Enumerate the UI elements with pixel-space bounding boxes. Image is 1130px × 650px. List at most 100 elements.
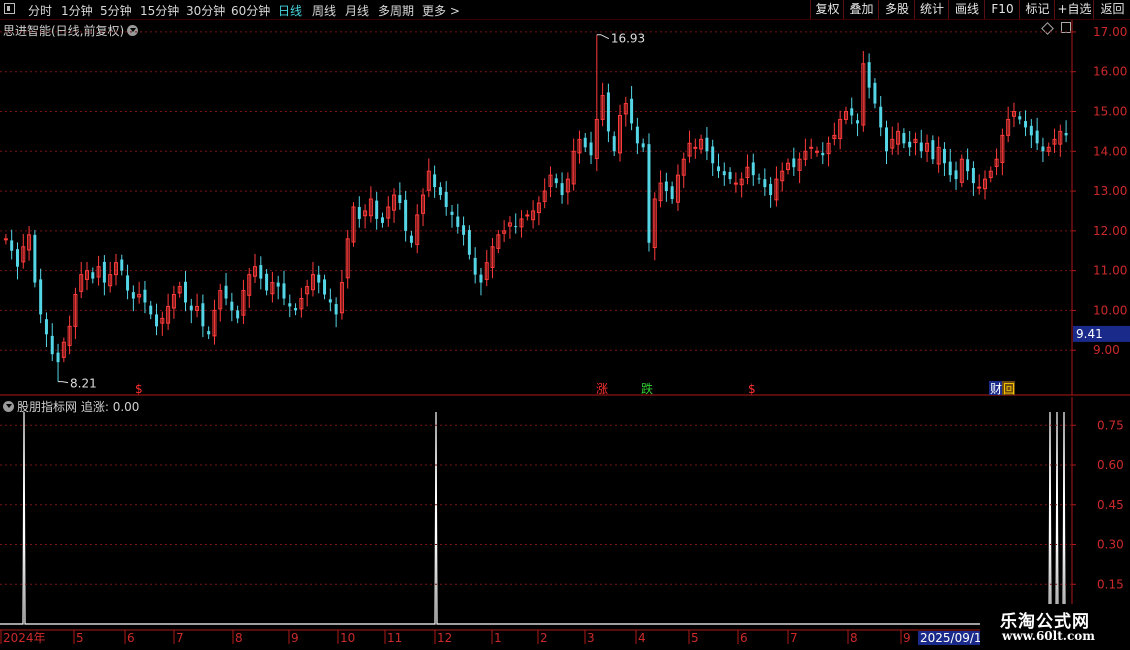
- date-label: 7: [176, 631, 184, 645]
- stock-chart[interactable]: 16.93 8.21 17.00 16.00 15.00 14.00 13.00 12.00…: [0, 0, 1130, 650]
- price-label: 9.00: [1093, 343, 1120, 357]
- candle-body: [867, 62, 871, 88]
- candle-body: [479, 274, 483, 283]
- candle-body: [462, 225, 466, 235]
- candle-body: [647, 144, 651, 243]
- candle-body: [583, 137, 587, 148]
- indicator-label: 0.60: [1097, 458, 1124, 472]
- candle-body: [919, 142, 923, 152]
- price-label: 15.00: [1093, 105, 1127, 119]
- event-marker: $: [748, 382, 756, 396]
- candle-body: [1024, 121, 1028, 128]
- price-label: 13.00: [1093, 184, 1127, 198]
- candle-body: [1035, 130, 1039, 144]
- candle-body: [126, 275, 130, 291]
- current-date-label: 2025/09/10: [920, 631, 989, 645]
- candle-body: [942, 148, 946, 164]
- date-label: 11: [387, 631, 402, 645]
- candle-body: [15, 249, 19, 267]
- candle-body: [716, 166, 720, 172]
- candle-body: [1029, 125, 1033, 136]
- candle-body: [102, 261, 106, 283]
- event-marker: 财: [990, 382, 1002, 396]
- candle-body: [398, 195, 402, 204]
- candle-body: [769, 183, 773, 196]
- watermark-url: www.60lt.com: [1002, 629, 1095, 643]
- candle-body: [525, 214, 530, 217]
- indicator-label: 0.75: [1097, 418, 1124, 432]
- candle-body: [323, 279, 327, 295]
- candle-body: [1018, 116, 1022, 120]
- candle-body: [635, 126, 639, 144]
- candle-body: [966, 159, 970, 172]
- candle-body: [879, 106, 883, 128]
- candle-body: [294, 308, 298, 311]
- candle-body: [850, 108, 854, 116]
- candle-body: [554, 178, 558, 184]
- candle-body: [705, 137, 709, 152]
- event-marker: 跌: [641, 381, 653, 396]
- date-label: 8: [235, 631, 243, 645]
- candle-body: [514, 226, 518, 228]
- candle-body: [433, 174, 437, 188]
- high-label: 16.93: [611, 32, 645, 46]
- candle-body: [10, 240, 14, 251]
- event-marker: 回: [1003, 382, 1015, 396]
- candle-body: [977, 186, 982, 189]
- indicator-series: [0, 411, 1072, 625]
- date-label: 9: [291, 631, 299, 645]
- price-label: 11.00: [1093, 264, 1127, 278]
- date-label: 7: [790, 631, 798, 645]
- price-label: 12.00: [1093, 224, 1127, 238]
- candle-body: [751, 162, 755, 176]
- candle-body: [56, 352, 60, 363]
- candle-body: [954, 170, 958, 180]
- date-label: 2024年: [3, 631, 46, 645]
- date-axis: 2024年 5 6 7 8 9 10 11 12 1 2 3 4 5 6 7 8 9 2025/09/10: [0, 629, 989, 645]
- candle-body: [722, 171, 726, 176]
- candle-body: [873, 82, 877, 104]
- candlestick-series: 16.93 8.21: [3, 32, 1068, 391]
- candle-body: [91, 272, 95, 279]
- candle-body: [404, 199, 408, 231]
- candle-body: [131, 292, 135, 299]
- date-label: 4: [638, 631, 646, 645]
- date-label: 6: [127, 631, 135, 645]
- date-label: 10: [340, 631, 355, 645]
- current-price-label: 9.41: [1076, 327, 1103, 341]
- candle-body: [33, 234, 37, 283]
- candle-body: [814, 150, 819, 153]
- candle-body: [259, 265, 263, 279]
- price-label: 10.00: [1093, 303, 1127, 317]
- candle-body: [328, 299, 332, 303]
- candle-body: [236, 310, 240, 319]
- candle-body: [409, 235, 413, 243]
- candle-body: [809, 146, 814, 149]
- candle-body: [276, 282, 280, 287]
- candle-body: [473, 257, 477, 275]
- price-label: 17.00: [1093, 25, 1127, 39]
- candle-body: [265, 273, 269, 291]
- candle-body: [821, 152, 825, 156]
- candle-body: [317, 274, 321, 283]
- low-pointer: [58, 381, 69, 384]
- candle-body: [664, 181, 668, 192]
- candle-body: [450, 211, 454, 215]
- candle-body: [1041, 146, 1045, 152]
- date-label: 1: [494, 631, 502, 645]
- event-marker: 涨: [596, 381, 608, 396]
- candle-body: [948, 161, 952, 176]
- candle-body: [50, 335, 54, 355]
- indicator-axis: 0.75 0.60 0.45 0.30 0.15: [0, 397, 1124, 624]
- event-marker: $: [135, 382, 143, 396]
- candle-body: [334, 304, 338, 315]
- date-label: 2: [540, 631, 548, 645]
- candle-body: [380, 217, 384, 223]
- candle-body: [201, 303, 205, 327]
- price-label: 16.00: [1093, 65, 1127, 79]
- price-label: 14.00: [1093, 144, 1127, 158]
- candle-body: [456, 216, 460, 227]
- candle-body: [1064, 132, 1068, 136]
- indicator-label: 0.30: [1097, 538, 1124, 552]
- candle-body: [711, 146, 715, 164]
